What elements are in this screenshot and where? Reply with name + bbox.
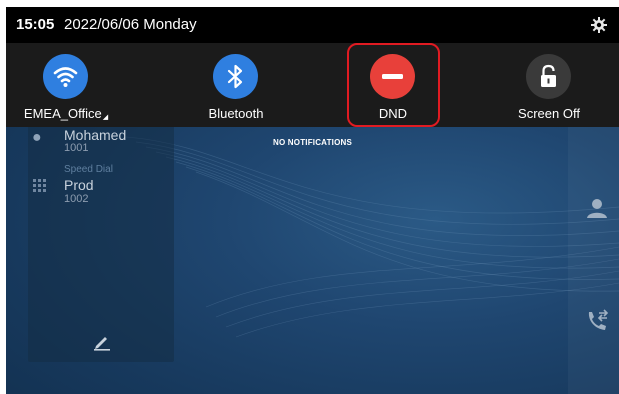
wifi-tile-label: EMEA_Office◢ [23,106,109,121]
gear-icon[interactable] [591,17,607,33]
call-transfer-icon[interactable] [585,309,609,333]
bluetooth-icon[interactable] [213,54,258,99]
device-screen: ● Mohamed 1001 Speed Dial Prod 1002 15:0… [6,7,619,394]
dialpad-icon [32,178,48,199]
speed-dial-number: 1002 [64,193,89,205]
status-time: 15:05 [16,16,55,33]
status-date: 2022/06/06 Monday [64,16,197,33]
no-notifications-text: NO NOTIFICATIONS [272,138,353,147]
screen-off-tile-label: Screen Off [518,106,580,121]
speed-dial-panel [28,122,174,362]
expand-arrow-icon: ◢ [102,114,109,121]
speed-dial-label: Speed Dial [64,164,113,175]
wifi-tile[interactable]: EMEA_Office◢ [6,43,126,127]
wifi-icon[interactable] [43,54,88,99]
side-bar [568,122,619,394]
bluetooth-tile[interactable]: Bluetooth [176,43,296,127]
quick-settings-panel: EMEA_Office◢ Bluetooth DND Screen Off [6,43,619,127]
screen-off-tile[interactable]: Screen Off [489,43,609,127]
contacts-icon[interactable] [585,196,609,220]
pencil-icon[interactable] [92,331,112,351]
speed-dial-name: Prod [64,177,94,193]
status-bar: 15:05 2022/06/06 Monday [6,7,619,43]
lock-icon[interactable] [526,54,571,99]
bluetooth-tile-label: Bluetooth [208,106,264,121]
dnd-highlight-box [347,43,440,127]
